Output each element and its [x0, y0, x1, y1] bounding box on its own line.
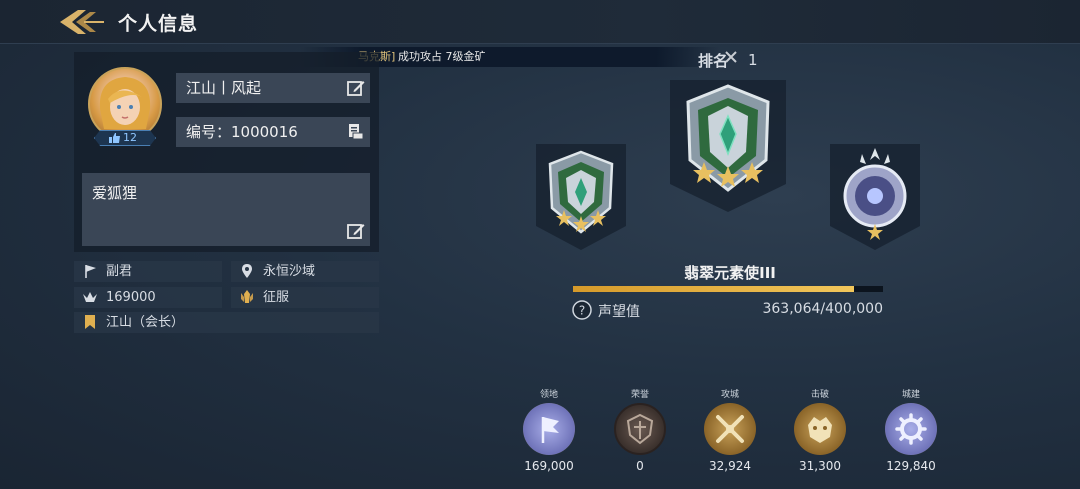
reputation-progress-bar: [573, 286, 883, 292]
stat-siege-badge: [704, 403, 756, 455]
stat-defeat[interactable]: 击破 31,300: [785, 388, 855, 473]
crossed-swords-icon: [716, 415, 744, 443]
previous-rank-emblem-icon[interactable]: [532, 140, 630, 252]
role-text: 副君: [106, 264, 133, 279]
honor-shield-icon: [626, 413, 654, 445]
close-icon[interactable]: [724, 50, 738, 64]
next-rank-emblem-icon[interactable]: [826, 140, 924, 252]
region-text: 永恒沙域: [263, 264, 316, 279]
player-id-field: 编号：1000016: [176, 117, 370, 147]
beast-head-icon: [808, 417, 832, 443]
guild-text: 江山（会长）: [106, 315, 185, 330]
stat-defeat-badge: [794, 403, 846, 455]
power-text: 169000: [106, 290, 156, 305]
back-arrow-icon: [60, 10, 104, 34]
like-count: 12: [123, 131, 137, 144]
reputation-progress-fill: [573, 286, 855, 292]
territory-flag-icon: [541, 417, 559, 443]
edit-signature-icon[interactable]: [347, 222, 365, 240]
stat-construction-label: 城建: [901, 390, 920, 400]
info-mode: 征服: [231, 287, 379, 308]
stat-construction[interactable]: 城建 129,840: [876, 388, 946, 473]
nickname-field: 江山丨风起: [176, 73, 370, 103]
avatar-portrait-icon: [99, 77, 151, 129]
signature-box: 爱狐狸: [82, 173, 370, 246]
stat-siege-label: 攻城: [720, 390, 739, 400]
stat-construction-badge: [885, 403, 937, 455]
power-crown-icon: [83, 292, 97, 302]
info-power: 169000: [74, 287, 222, 308]
stat-siege[interactable]: 攻城 32,924: [695, 388, 765, 473]
edit-icon[interactable]: [347, 79, 365, 97]
stat-honor-badge: [614, 403, 666, 455]
current-rank-emblem-icon[interactable]: [666, 76, 790, 214]
info-region: 永恒沙域: [231, 261, 379, 282]
flag-icon: [85, 265, 96, 278]
avatar[interactable]: [88, 67, 162, 141]
header-bar: 个人信息: [0, 0, 1080, 44]
stat-territory-badge: [523, 403, 575, 455]
thumbs-up-icon: [109, 133, 120, 143]
svg-text:?: ?: [579, 304, 585, 318]
stat-territory-value: 169,000: [524, 459, 574, 473]
guild-banner-icon: [85, 315, 95, 329]
info-role: 副君: [74, 261, 222, 282]
gear-icon: [895, 413, 927, 445]
stat-siege-value: 32,924: [709, 459, 751, 473]
copy-icon[interactable]: [347, 123, 365, 141]
reputation-label: 声望值: [598, 304, 640, 320]
mode-text: 征服: [263, 290, 290, 305]
back-button[interactable]: [56, 6, 106, 38]
reputation-value: 363,064/400,000: [762, 301, 883, 317]
rank-value: 1: [748, 51, 758, 69]
page-title: 个人信息: [118, 13, 199, 35]
stat-territory[interactable]: 领地 169,000: [514, 388, 584, 473]
like-count-badge[interactable]: 12: [94, 130, 156, 146]
stat-honor[interactable]: 荣誉 0: [605, 388, 675, 473]
help-icon[interactable]: ?: [572, 300, 592, 320]
rank-title: 翡翠元素使III: [684, 264, 776, 282]
stat-defeat-label: 击破: [810, 390, 829, 400]
info-guild[interactable]: 江山（会长）: [74, 312, 379, 333]
nickname-text: 江山丨风起: [186, 79, 262, 97]
stat-honor-label: 荣誉: [630, 390, 649, 400]
player-id-text: 编号：1000016: [186, 123, 298, 141]
stat-territory-label: 领地: [539, 390, 558, 400]
stat-honor-value: 0: [636, 459, 644, 473]
signature-text: 爱狐狸: [92, 184, 138, 202]
conquest-icon: [241, 290, 253, 303]
location-pin-icon: [242, 264, 252, 278]
stat-defeat-value: 31,300: [799, 459, 841, 473]
stat-construction-value: 129,840: [886, 459, 936, 473]
ticker-message: 成功攻占 7级金矿: [398, 50, 486, 63]
